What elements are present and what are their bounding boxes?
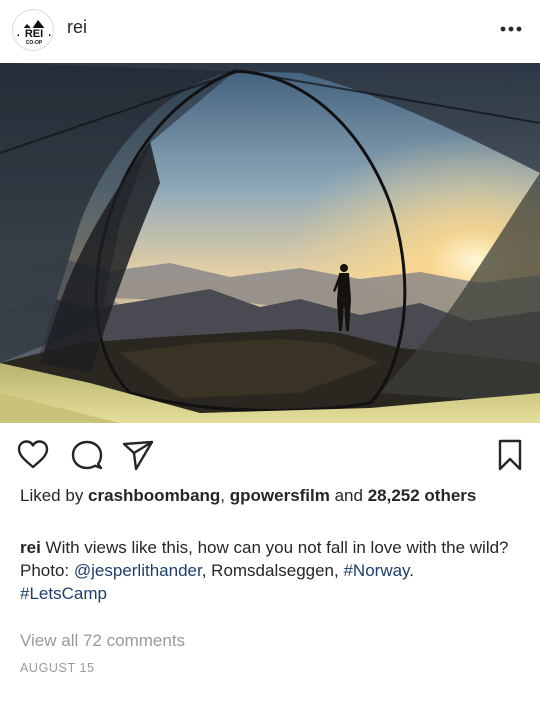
caption-text: With views like this, how can you not fa… [40,538,509,557]
liker-crashboombang[interactable]: crashboombang [88,486,220,505]
more-options-icon[interactable] [498,18,524,40]
post-date: AUGUST 15 [20,661,95,675]
caption-location: , Romsdalseggen, [201,561,344,580]
caption-photo-label: Photo: [20,561,74,580]
likes-summary: Liked by crashboombang, gpowersfilm and … [20,485,525,507]
avatar[interactable]: REI CO-OP [12,9,54,51]
bookmark-icon[interactable] [493,438,527,472]
post-action-bar [0,430,540,480]
comment-icon[interactable] [70,438,104,472]
send-icon[interactable] [121,438,155,472]
post-username[interactable]: rei [67,17,87,38]
likes-prefix: Liked by [20,486,89,505]
liker-gpowersfilm[interactable]: gpowersfilm [230,486,330,505]
avatar-subtext: CO-OP [26,40,43,46]
avatar-text: REI [25,28,43,40]
caption-username[interactable]: rei [20,538,41,557]
mention-link[interactable]: @jesperlithander [74,561,202,580]
rei-logo: REI CO-OP [17,20,51,46]
heart-icon[interactable] [16,438,50,472]
likes-sep: , [220,486,230,505]
view-all-comments-link[interactable]: View all 72 comments [20,631,185,651]
likes-count[interactable]: 28,252 others [368,486,477,505]
post-header: REI CO-OP rei [0,0,540,62]
likes-and: and [329,486,368,505]
post-photo[interactable] [0,63,540,423]
tent-sunset-photo [0,63,540,423]
post-caption: rei With views like this, how can you no… [20,536,525,605]
hashtag-letscamp[interactable]: #LetsCamp [20,584,107,603]
caption-period: . [409,561,415,580]
hashtag-norway[interactable]: #Norway [343,561,409,580]
